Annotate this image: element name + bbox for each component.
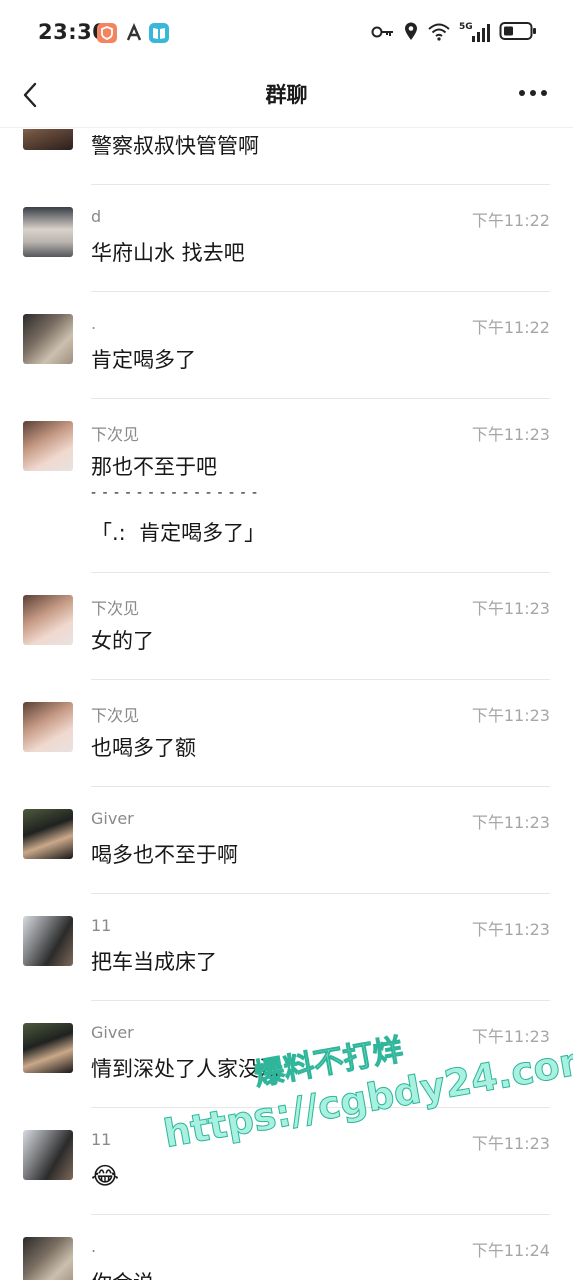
message-time: 下午11:23 — [471, 920, 550, 939]
message-text: 把车当成床了 — [91, 950, 217, 974]
message-item: 警察叔叔快管管啊 — [0, 129, 573, 185]
message-text: 肯定喝多了 — [91, 348, 196, 372]
avatar[interactable] — [23, 916, 73, 966]
avatar[interactable] — [23, 421, 73, 471]
message-item: 下次见 下午11:23 那也不至于吧 - - - - - - - - - - -… — [0, 399, 573, 573]
message-time: 下午11:23 — [471, 1134, 550, 1153]
sender-name: d — [91, 207, 102, 226]
avatar[interactable] — [23, 809, 73, 859]
avatar[interactable] — [23, 702, 73, 752]
message-time: 下午11:22 — [471, 211, 550, 230]
message-time: 下午11:24 — [471, 1241, 550, 1260]
sender-name: Giver — [91, 1023, 134, 1042]
message-item: Giver 下午11:23 情到深处了人家没法 — [0, 1001, 573, 1108]
avatar[interactable] — [23, 595, 73, 645]
more-dots-icon — [519, 90, 547, 96]
message-text: 喝多也不至于啊 — [91, 843, 238, 867]
avatar[interactable] — [23, 129, 73, 150]
sender-name: 11 — [91, 916, 112, 935]
battery-icon — [499, 21, 537, 45]
chat-header: 群聊 — [0, 66, 573, 128]
wifi-icon — [427, 21, 451, 45]
message-text: 那也不至于吧 — [91, 455, 217, 479]
message-item: 下次见 下午11:23 女的了 — [0, 573, 573, 680]
avatar[interactable] — [23, 1237, 73, 1280]
status-indicators: 5G — [371, 20, 537, 46]
message-text: 你会说 — [91, 1267, 154, 1280]
message-item: 下次见 下午11:23 也喝多了额 — [0, 680, 573, 787]
message-item: Giver 下午11:23 喝多也不至于啊 — [0, 787, 573, 894]
message-time: 下午11:23 — [471, 706, 550, 725]
message-item: d 下午11:22 华府山水 找去吧 — [0, 185, 573, 292]
message-time: 下午11:23 — [471, 425, 550, 444]
key-icon — [371, 24, 395, 43]
sender-name: 下次见 — [91, 706, 140, 725]
more-button[interactable] — [513, 78, 553, 108]
message-text: 华府山水 找去吧 — [91, 241, 245, 265]
message-item: 11 下午11:23 😂 — [0, 1108, 573, 1215]
message-item: . 下午11:24 你会说 — [0, 1215, 573, 1280]
avatar[interactable] — [23, 1130, 73, 1180]
message-time: 下午11:23 — [471, 1027, 550, 1046]
sender-name: Giver — [91, 809, 134, 828]
a-app-icon — [124, 22, 144, 43]
location-icon — [403, 21, 419, 45]
page-title: 群聊 — [265, 83, 308, 107]
message-text: 😂 — [91, 1162, 120, 1190]
message-time: 下午11:23 — [471, 599, 550, 618]
sender-name: 11 — [91, 1130, 112, 1149]
signal-icon: 5G — [459, 22, 491, 44]
quote-separator: - - - - - - - - - - - - - - - — [91, 485, 259, 501]
avatar[interactable] — [23, 314, 73, 364]
sender-name: . — [91, 314, 97, 333]
message-text: 也喝多了额 — [91, 736, 196, 760]
message-item: . 下午11:22 肯定喝多了 — [0, 292, 573, 399]
message-time: 下午11:23 — [471, 813, 550, 832]
shield-app-icon — [97, 23, 117, 43]
status-bar: 23:30 5G — [0, 0, 573, 66]
message-list[interactable]: 警察叔叔快管管啊 d 下午11:22 华府山水 找去吧 . 下午11:22 肯定… — [0, 129, 573, 1280]
message-text: 女的了 — [91, 629, 154, 653]
avatar[interactable] — [23, 1023, 73, 1073]
avatar[interactable] — [23, 207, 73, 257]
message-time: 下午11:22 — [471, 318, 550, 337]
quoted-text[interactable]: 「.: 肯定喝多了」 — [91, 517, 265, 550]
message-text: 警察叔叔快管管啊 — [91, 134, 259, 158]
message-text: 情到深处了人家没法 — [91, 1057, 280, 1081]
sender-name: 下次见 — [91, 425, 140, 444]
sender-name: 下次见 — [91, 599, 140, 618]
message-item: 11 下午11:23 把车当成床了 — [0, 894, 573, 1001]
book-app-icon — [149, 23, 169, 43]
sender-name: . — [91, 1237, 97, 1256]
